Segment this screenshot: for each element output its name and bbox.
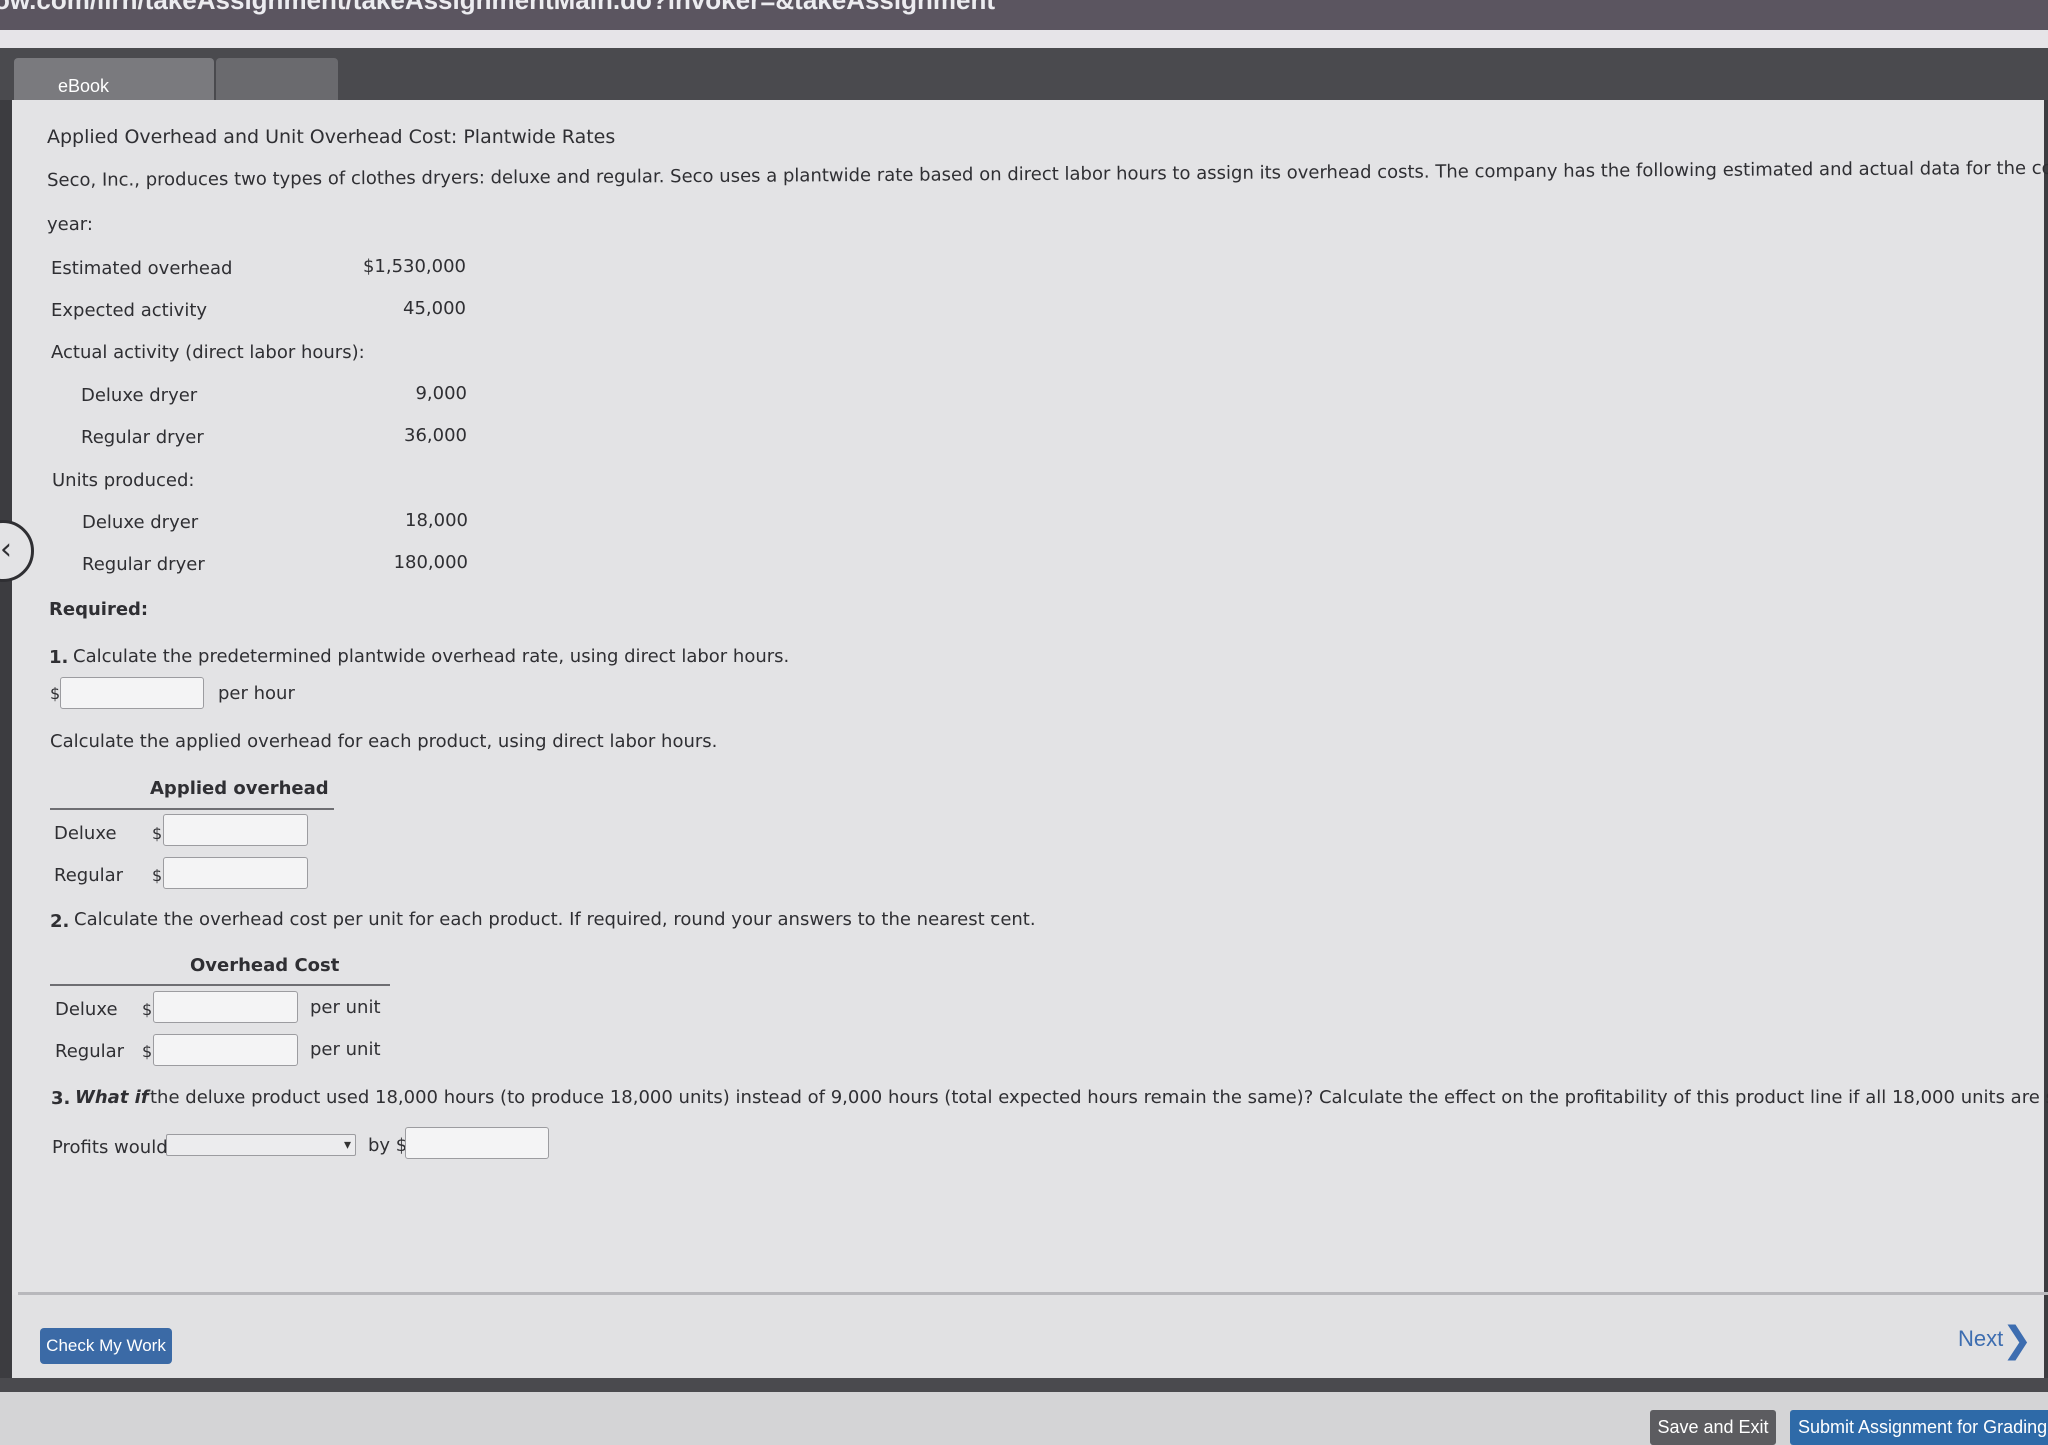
overhead-deluxe-unit: per unit bbox=[310, 997, 381, 1018]
profits-direction-select[interactable]: ▾ bbox=[166, 1134, 356, 1156]
save-and-exit-button[interactable]: Save and Exit bbox=[1650, 1410, 1776, 1445]
applied-overhead-regular-input[interactable] bbox=[163, 857, 308, 889]
applied-regular-label: Regular bbox=[54, 865, 124, 886]
row-value: 45,000 bbox=[403, 298, 466, 319]
row-value: 9,000 bbox=[415, 383, 467, 404]
overhead-cost-header: Overhead Cost bbox=[190, 955, 340, 976]
header-rule bbox=[50, 984, 390, 986]
chevron-left-icon: ‹ bbox=[0, 532, 12, 567]
row-label: Regular dryer bbox=[81, 427, 204, 448]
row-label: Actual activity (direct labor hours): bbox=[51, 342, 365, 363]
applied-overhead-deluxe-input[interactable] bbox=[163, 814, 308, 846]
footer-area bbox=[12, 1295, 2044, 1378]
problem-title: Applied Overhead and Unit Overhead Cost:… bbox=[47, 126, 616, 148]
by-label: by $ bbox=[368, 1135, 408, 1156]
applied-overhead-header: Applied overhead bbox=[150, 778, 329, 799]
next-link[interactable]: Next bbox=[1958, 1326, 2003, 1352]
overhead-deluxe-currency: $ bbox=[142, 1000, 153, 1019]
overhead-regular-label: Regular bbox=[55, 1041, 125, 1062]
q3-number: 3. bbox=[51, 1088, 71, 1109]
row-label: Units produced: bbox=[52, 470, 195, 491]
overhead-cost-deluxe-input[interactable] bbox=[153, 991, 298, 1023]
q3-text: the deluxe product used 18,000 hours (to… bbox=[150, 1087, 2048, 1108]
applied-regular-currency: $ bbox=[152, 866, 163, 885]
row-value: 18,000 bbox=[405, 510, 468, 531]
q1-number: 1. bbox=[49, 647, 69, 668]
applied-deluxe-label: Deluxe bbox=[54, 823, 117, 844]
row-label: Deluxe dryer bbox=[81, 385, 198, 406]
overhead-regular-currency: $ bbox=[142, 1042, 153, 1061]
row-value: 180,000 bbox=[393, 552, 468, 573]
tab-ebook[interactable]: eBook bbox=[14, 58, 214, 104]
header-rule bbox=[50, 808, 334, 810]
q2-number: 2. bbox=[50, 911, 70, 932]
overhead-rate-input[interactable] bbox=[60, 677, 204, 709]
submit-assignment-button[interactable]: Submit Assignment for Grading bbox=[1790, 1410, 2048, 1445]
overhead-regular-unit: per unit bbox=[310, 1039, 381, 1060]
right-frame bbox=[2044, 100, 2048, 1380]
row-value: 36,000 bbox=[404, 425, 467, 446]
problem-content bbox=[12, 100, 2044, 1295]
q1b-text: Calculate the applied overhead for each … bbox=[50, 731, 718, 752]
q1-unit: per hour bbox=[218, 683, 295, 704]
profit-change-input[interactable] bbox=[405, 1127, 549, 1159]
q2-text: Calculate the overhead cost per unit for… bbox=[74, 909, 1036, 930]
row-label: Expected activity bbox=[51, 300, 208, 321]
bottom-frame bbox=[0, 1378, 2048, 1392]
applied-deluxe-currency: $ bbox=[152, 824, 163, 843]
left-frame bbox=[0, 100, 12, 1380]
required-heading: Required: bbox=[49, 599, 149, 620]
problem-intro-cont: year: bbox=[47, 214, 93, 235]
browser-toolbar-strip bbox=[0, 30, 2048, 50]
row-label: Regular dryer bbox=[82, 554, 205, 575]
overhead-deluxe-label: Deluxe bbox=[55, 999, 118, 1020]
row-label: Deluxe dryer bbox=[82, 512, 199, 533]
q1-text: Calculate the predetermined plantwide ov… bbox=[73, 646, 790, 667]
overhead-cost-regular-input[interactable] bbox=[153, 1034, 298, 1066]
tab-ebook-label: eBook bbox=[58, 76, 110, 96]
row-label: Estimated overhead bbox=[51, 258, 233, 279]
q1-currency: $ bbox=[50, 684, 61, 703]
row-value: $1,530,000 bbox=[362, 256, 466, 277]
profits-label: Profits would bbox=[52, 1137, 168, 1158]
url-text: ow.com/ilrn/takeAssignment/takeAssignmen… bbox=[0, 0, 995, 15]
browser-url-bar[interactable]: ow.com/ilrn/takeAssignment/takeAssignmen… bbox=[0, 0, 2048, 30]
chevron-right-icon[interactable]: ❯ bbox=[2002, 1320, 2032, 1361]
check-my-work-button[interactable]: Check My Work bbox=[40, 1328, 172, 1364]
chevron-down-icon: ▾ bbox=[343, 1137, 351, 1153]
q2-dash: – bbox=[990, 905, 999, 926]
tab-secondary[interactable] bbox=[216, 58, 338, 104]
q3-whatif: What if bbox=[75, 1087, 149, 1108]
